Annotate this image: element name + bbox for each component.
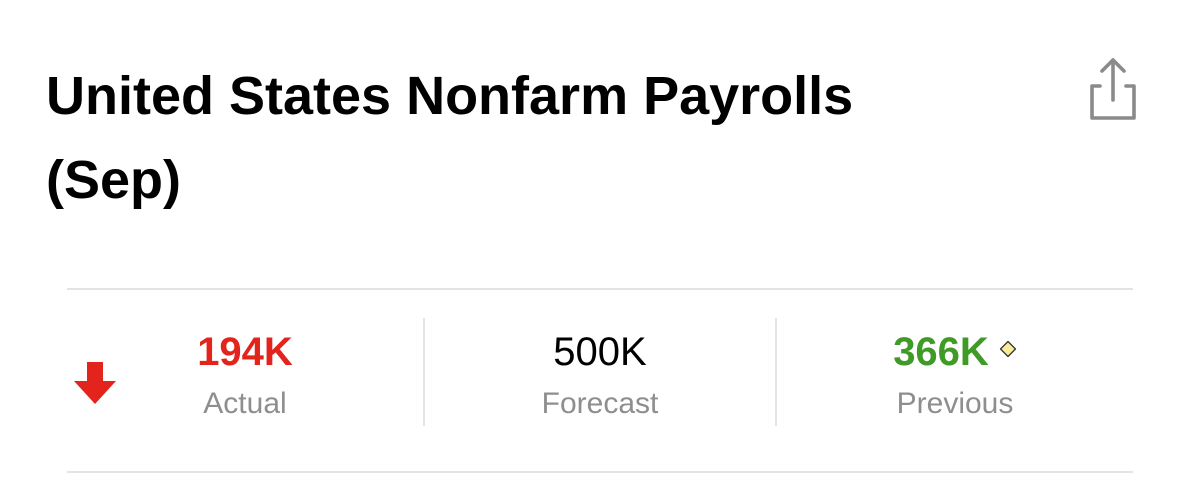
diamond-icon: [999, 340, 1017, 358]
share-button[interactable]: [1082, 56, 1144, 122]
actual-label: Actual: [203, 387, 287, 420]
divider-top: [67, 288, 1133, 290]
forecast-label: Forecast: [541, 387, 659, 420]
page-title: United States Nonfarm Payrolls (Sep): [46, 66, 854, 210]
stat-separator: [423, 318, 425, 426]
divider-bottom: [67, 471, 1133, 473]
stat-previous: 366K Previous: [785, 326, 1125, 422]
forecast-value: 500K: [553, 330, 647, 374]
actual-value: 194K: [197, 330, 293, 374]
previous-value: 366K: [893, 330, 989, 374]
previous-label: Previous: [896, 387, 1014, 420]
stat-forecast: 500K Forecast: [430, 326, 770, 422]
stat-actual: 194K Actual: [75, 326, 415, 422]
stat-separator: [775, 318, 777, 426]
share-icon: [1082, 56, 1144, 122]
